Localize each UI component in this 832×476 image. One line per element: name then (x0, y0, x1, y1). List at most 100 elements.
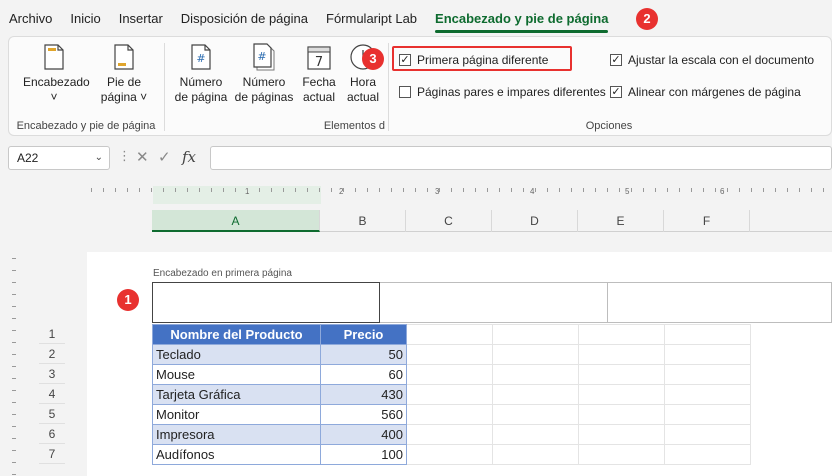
cell[interactable]: 560 (320, 404, 407, 425)
footer-button[interactable]: Pie de página ˅ (97, 43, 151, 105)
cell[interactable] (406, 344, 493, 365)
ruler-tick (487, 188, 488, 192)
cell[interactable] (578, 444, 665, 465)
ruler-tick (271, 188, 272, 192)
cell[interactable] (492, 404, 579, 425)
ruler-tick (115, 188, 116, 192)
name-box[interactable]: A22 ⌄ (8, 146, 110, 170)
cell[interactable] (578, 344, 665, 365)
cell[interactable] (492, 444, 579, 465)
formula-input[interactable] (210, 146, 832, 170)
cell[interactable]: 100 (320, 444, 407, 465)
cell[interactable] (664, 324, 751, 345)
cell[interactable] (664, 404, 751, 425)
ruler-tick (12, 270, 16, 271)
header-button[interactable]: Encabezado ˅ (23, 43, 90, 105)
checkbox-unchecked-icon[interactable] (399, 86, 411, 98)
ruler-tick (187, 188, 188, 192)
checkbox-checked-icon[interactable]: ✓ (610, 86, 622, 98)
cell[interactable] (492, 324, 579, 345)
scale-with-document-checkbox[interactable]: ✓ Ajustar la escala con el documento (610, 53, 814, 67)
current-date-button[interactable]: 7 Fecha actual (299, 43, 339, 105)
cell[interactable] (578, 324, 665, 345)
column-header-c[interactable]: C (406, 210, 492, 232)
header-left-section[interactable] (152, 282, 380, 323)
cell[interactable] (578, 384, 665, 405)
ruler-tick (139, 188, 140, 192)
tab-formulas[interactable]: Fórmulaript Lab (317, 0, 426, 38)
header-right-section[interactable] (608, 282, 832, 323)
row-header[interactable]: 3 (39, 364, 65, 384)
cell[interactable] (664, 364, 751, 385)
tab-encabezado-pie[interactable]: Encabezado y pie de página (426, 0, 617, 38)
column-header-a[interactable]: A (152, 210, 320, 232)
ruler-tick (571, 188, 572, 192)
cell[interactable]: 60 (320, 364, 407, 385)
column-header-b[interactable]: B (320, 210, 406, 232)
header-center-section[interactable] (380, 282, 608, 323)
ruler-tick (811, 188, 812, 192)
page-count-button[interactable]: # Número de páginas (233, 43, 295, 105)
cell[interactable] (406, 404, 493, 425)
svg-text:#: # (196, 52, 205, 65)
cell[interactable]: Teclado (152, 344, 321, 365)
tab-inicio[interactable]: Inicio (61, 0, 109, 38)
cell[interactable]: Mouse (152, 364, 321, 385)
cell[interactable] (406, 364, 493, 385)
cell[interactable] (664, 424, 751, 445)
cell[interactable] (664, 384, 751, 405)
align-margins-checkbox[interactable]: ✓ Alinear con márgenes de página (610, 85, 801, 99)
cell[interactable]: 50 (320, 344, 407, 365)
cell[interactable]: Audífonos (152, 444, 321, 465)
row-header[interactable]: 4 (39, 384, 65, 404)
tab-insertar[interactable]: Insertar (110, 0, 172, 38)
row-header[interactable]: 2 (39, 344, 65, 364)
cell[interactable] (406, 384, 493, 405)
cell[interactable] (664, 444, 751, 465)
tab-archivo[interactable]: Archivo (0, 0, 61, 38)
cancel-icon[interactable]: ✕ (136, 148, 149, 166)
cell[interactable] (406, 324, 493, 345)
odd-even-different-checkbox[interactable]: Páginas pares e impares diferentes (399, 85, 606, 99)
cell[interactable] (664, 344, 751, 365)
header-cell-product[interactable]: Nombre del Producto (152, 324, 321, 345)
cell[interactable] (578, 364, 665, 385)
column-header-f[interactable]: F (664, 210, 750, 232)
cell[interactable] (406, 424, 493, 445)
ruler-tick (12, 414, 16, 415)
enter-icon[interactable]: ✓ (158, 148, 171, 166)
cell[interactable]: Monitor (152, 404, 321, 425)
page-number-button[interactable]: # Número de página (171, 43, 231, 105)
cell[interactable] (578, 424, 665, 445)
cell[interactable]: Tarjeta Gráfica (152, 384, 321, 405)
cell[interactable] (578, 404, 665, 425)
drag-handle-icon: ⋮ (118, 148, 131, 163)
checkbox-checked-icon[interactable]: ✓ (610, 54, 622, 66)
row-header[interactable]: 1 (39, 324, 65, 344)
header-cell-price[interactable]: Precio (320, 324, 407, 345)
column-header-e[interactable]: E (578, 210, 664, 232)
page-count-icon: # (253, 43, 275, 71)
ruler-tick (283, 188, 284, 192)
cell[interactable] (492, 424, 579, 445)
cell[interactable]: Impresora (152, 424, 321, 445)
table-row: Monitor 560 (152, 404, 751, 425)
ruler-tick (12, 330, 16, 331)
cell[interactable]: 400 (320, 424, 407, 445)
column-header-d[interactable]: D (492, 210, 578, 232)
ruler-tick (559, 188, 560, 192)
row-header[interactable]: 6 (39, 424, 65, 444)
row-header[interactable]: 5 (39, 404, 65, 424)
product-table: Nombre del Producto Precio Teclado 50 Mo… (152, 324, 751, 465)
cell[interactable] (492, 364, 579, 385)
function-icon[interactable]: fx (182, 148, 196, 166)
ruler-tick (391, 188, 392, 192)
row-header[interactable]: 7 (39, 444, 65, 464)
cell[interactable]: 430 (320, 384, 407, 405)
tab-disposicion[interactable]: Disposición de página (172, 0, 317, 38)
cell[interactable] (492, 384, 579, 405)
cell[interactable] (406, 444, 493, 465)
ruler-tick (415, 188, 416, 192)
chevron-down-icon[interactable]: ⌄ (95, 147, 103, 169)
cell[interactable] (492, 344, 579, 365)
